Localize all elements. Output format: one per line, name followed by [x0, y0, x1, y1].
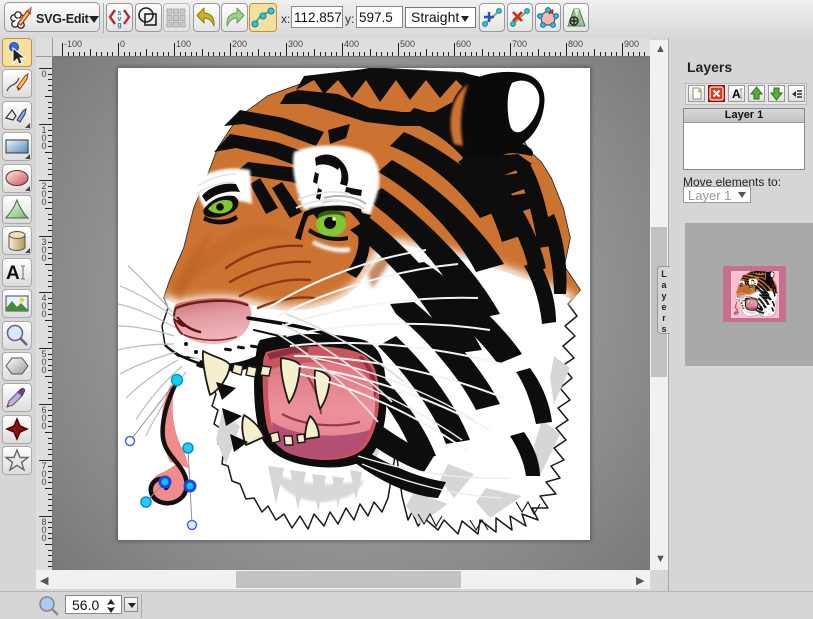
svg-text:A: A: [6, 263, 20, 284]
svg-text:g: g: [117, 22, 121, 29]
